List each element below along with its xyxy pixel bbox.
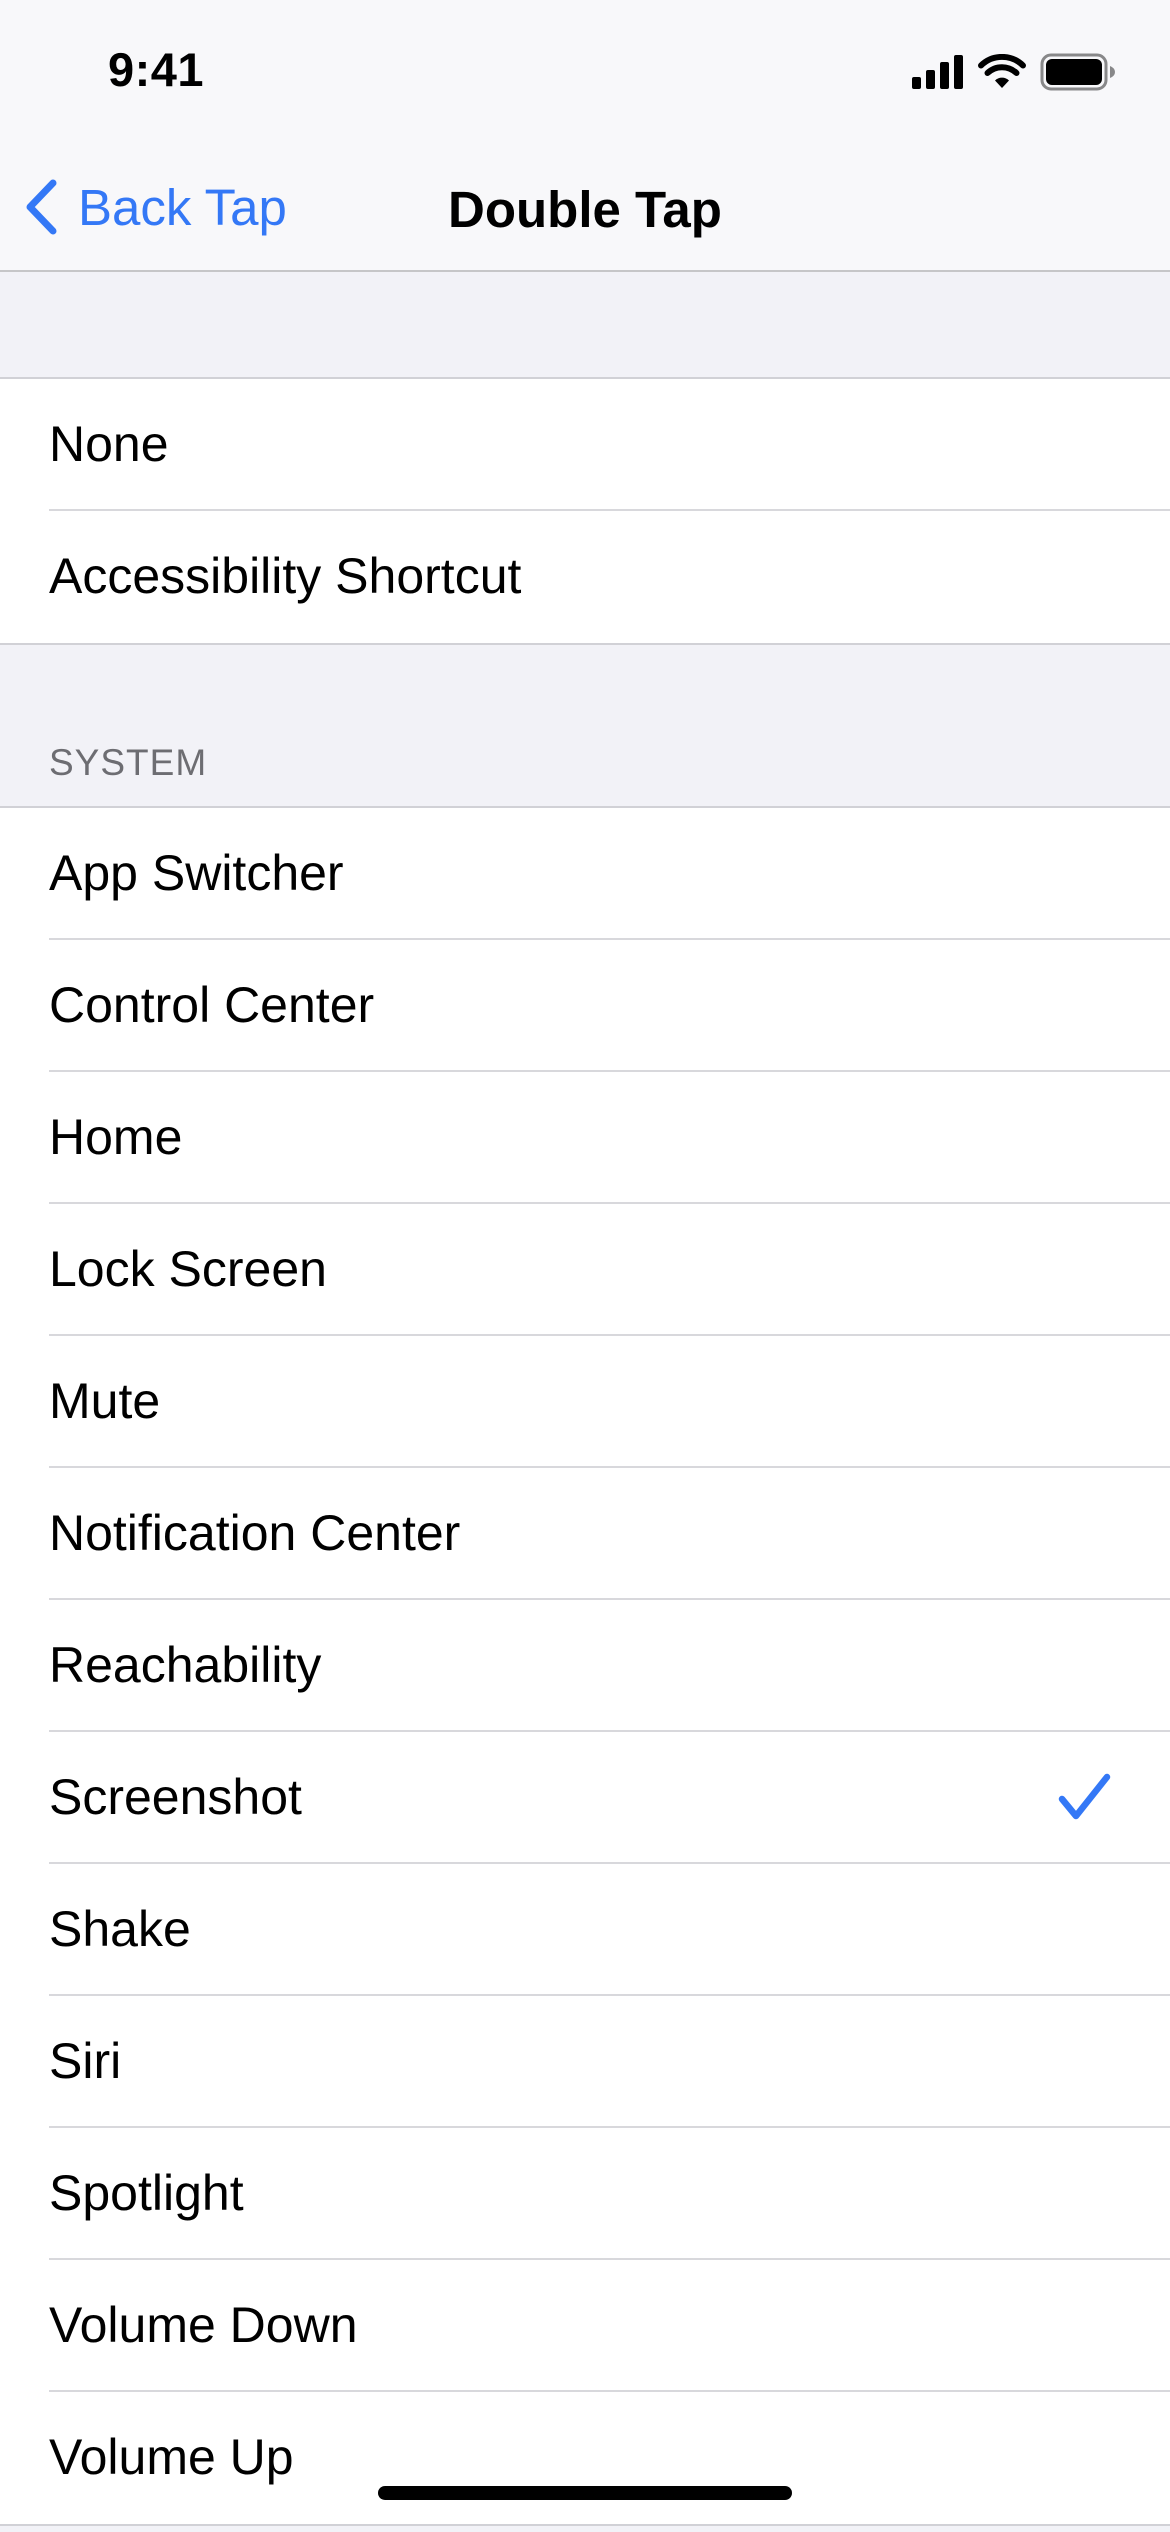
option-label: Volume Down bbox=[49, 2297, 358, 2353]
option-lock-screen[interactable]: Lock Screen bbox=[0, 1204, 1170, 1336]
wifi-icon bbox=[978, 54, 1026, 88]
option-label: Home bbox=[49, 1109, 183, 1165]
status-bar: 9:41 bbox=[0, 0, 1170, 150]
option-app-switcher[interactable]: App Switcher bbox=[0, 808, 1170, 940]
option-label: Siri bbox=[49, 2033, 122, 2089]
battery-icon bbox=[1040, 53, 1115, 91]
option-control-center[interactable]: Control Center bbox=[0, 940, 1170, 1072]
option-label: Spotlight bbox=[49, 2165, 244, 2221]
option-siri[interactable]: Siri bbox=[0, 1996, 1170, 2128]
section-header-system: SYSTEM bbox=[49, 742, 208, 783]
option-screenshot[interactable]: Screenshot bbox=[0, 1732, 1170, 1864]
option-notification-center[interactable]: Notification Center bbox=[0, 1468, 1170, 1600]
status-icons bbox=[912, 52, 1116, 92]
option-volume-down[interactable]: Volume Down bbox=[0, 2260, 1170, 2392]
option-home[interactable]: Home bbox=[0, 1072, 1170, 1204]
option-label: Screenshot bbox=[49, 1769, 302, 1825]
option-label: Volume Up bbox=[49, 2429, 294, 2485]
option-label: Shake bbox=[49, 1901, 191, 1957]
option-accessibility-shortcut[interactable]: Accessibility Shortcut bbox=[0, 511, 1170, 643]
option-label: Control Center bbox=[49, 977, 375, 1033]
option-label: Accessibility Shortcut bbox=[49, 548, 522, 604]
navigation-bar: Back Tap Double Tap bbox=[0, 150, 1170, 272]
option-spotlight[interactable]: Spotlight bbox=[0, 2128, 1170, 2260]
option-none[interactable]: None bbox=[0, 379, 1170, 511]
option-shake[interactable]: Shake bbox=[0, 1864, 1170, 1996]
option-label: Notification Center bbox=[49, 1505, 461, 1561]
status-time: 9:41 bbox=[108, 43, 205, 96]
actions-group-general: None Accessibility Shortcut bbox=[0, 377, 1170, 645]
option-volume-up[interactable]: Volume Up bbox=[0, 2392, 1170, 2524]
option-label: Reachability bbox=[49, 1637, 322, 1693]
home-indicator[interactable] bbox=[378, 2486, 792, 2500]
option-label: Mute bbox=[49, 1373, 161, 1429]
option-label: None bbox=[49, 416, 169, 472]
checkmark-icon bbox=[1058, 1773, 1111, 1820]
page-title: Double Tap bbox=[448, 181, 722, 238]
option-label: Lock Screen bbox=[49, 1241, 327, 1297]
option-reachability[interactable]: Reachability bbox=[0, 1600, 1170, 1732]
actions-group-system: App Switcher Control Center Home Lock Sc… bbox=[0, 806, 1170, 2526]
cellular-signal-icon bbox=[912, 55, 963, 89]
option-label: App Switcher bbox=[49, 845, 344, 901]
option-mute[interactable]: Mute bbox=[0, 1336, 1170, 1468]
